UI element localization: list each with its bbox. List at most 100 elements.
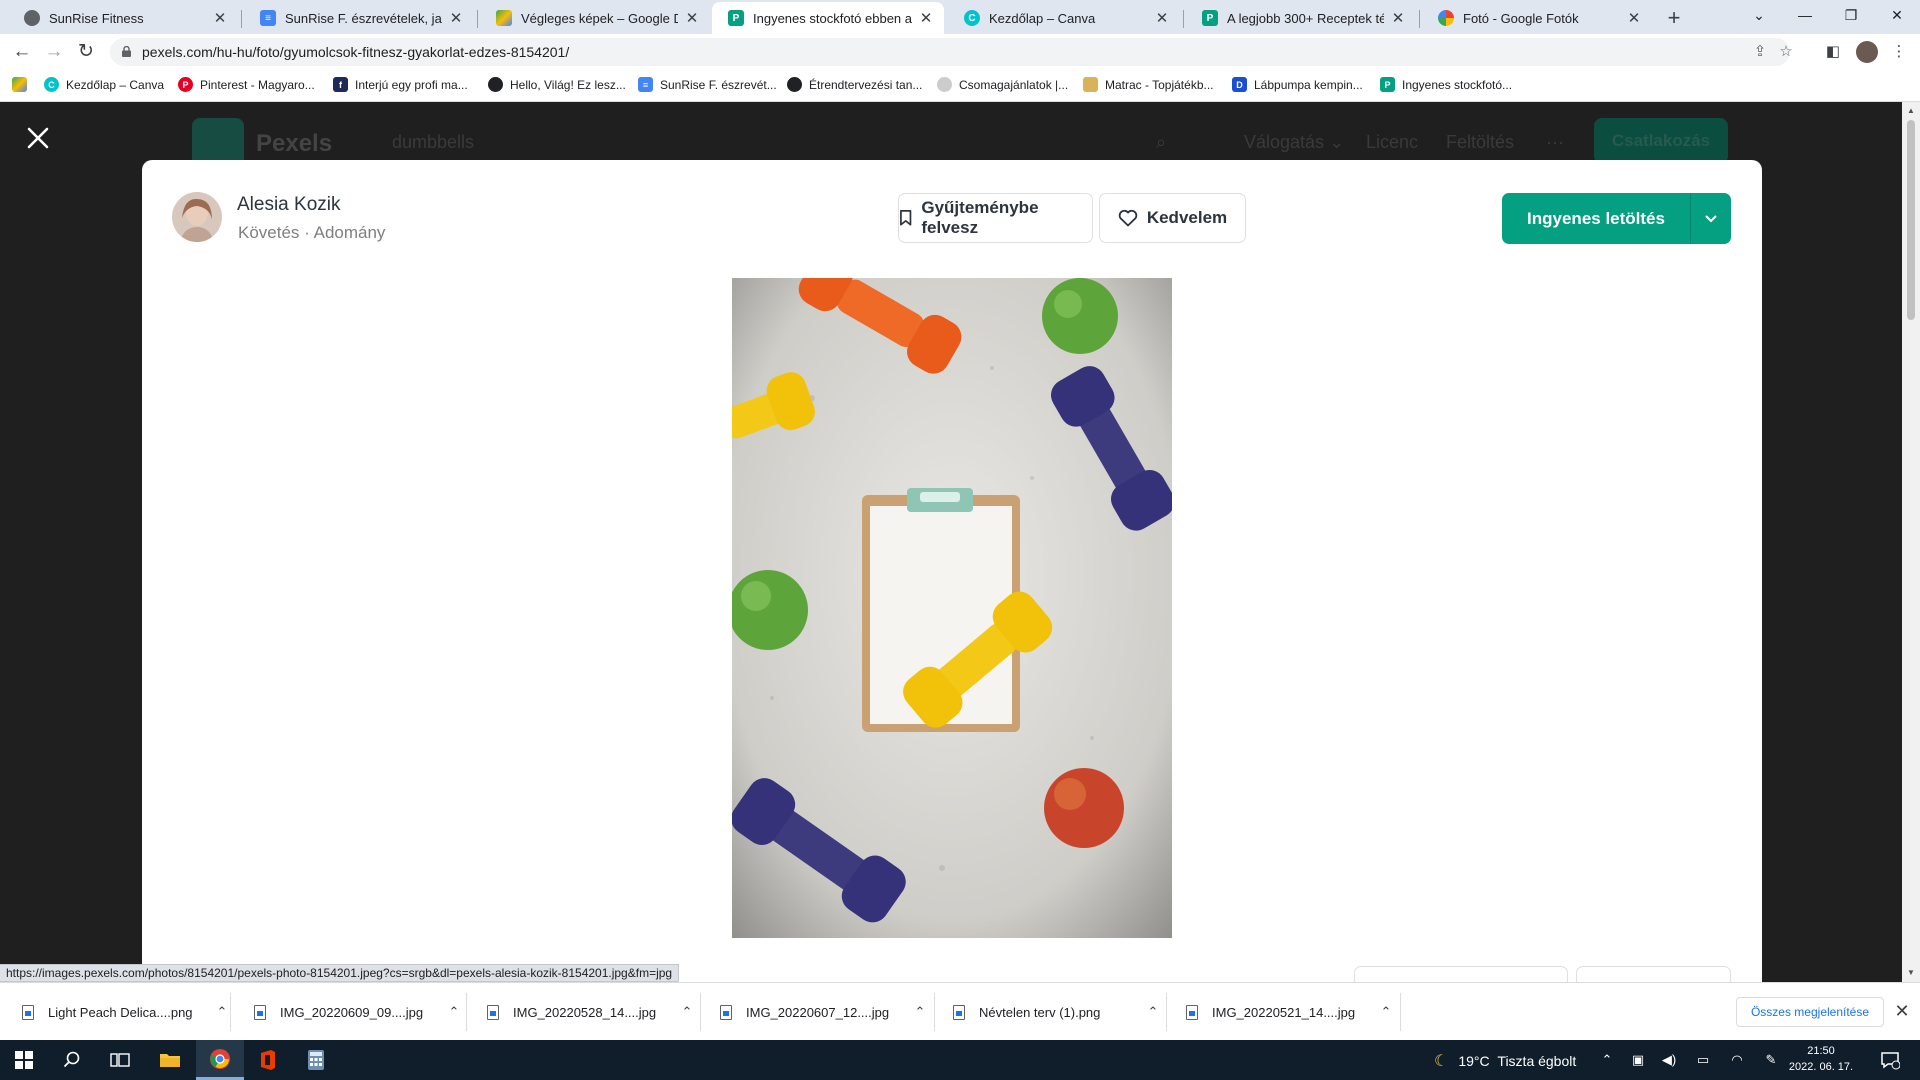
bookmark-hello-world[interactable]: Hello, Világ! Ez lesz... bbox=[488, 77, 626, 92]
new-tab-button[interactable]: + bbox=[1660, 4, 1688, 32]
nav-upload: Feltöltés bbox=[1446, 132, 1515, 152]
pen-icon[interactable]: ✎ bbox=[1762, 1051, 1780, 1069]
download-item[interactable]: Light Peach Delica....png ⌃ bbox=[22, 983, 232, 1041]
fitness-photo[interactable] bbox=[732, 278, 1172, 938]
page-content: Pexels dumbbells ⌕ Válogatás ⌄ Licenc Fe… bbox=[0, 102, 1920, 982]
chevron-up-icon[interactable]: ⌃ bbox=[444, 1004, 464, 1020]
restore-button[interactable]: ❐ bbox=[1828, 0, 1874, 30]
tab-sunrise-fitness[interactable]: SunRise Fitness ✕ bbox=[8, 2, 238, 34]
scroll-thumb[interactable] bbox=[1907, 120, 1915, 320]
like-button[interactable]: Kedvelem bbox=[1099, 193, 1246, 243]
chrome-icon bbox=[210, 1048, 230, 1069]
show-all-downloads-button[interactable]: Összes megjelenítése bbox=[1736, 997, 1884, 1027]
tab-canva[interactable]: C Kezdőlap – Canva ✕ bbox=[948, 2, 1180, 34]
bookmark-mattress[interactable]: Matrac - Topjátékb... bbox=[1083, 77, 1214, 92]
windows-start-icon[interactable] bbox=[0, 1040, 48, 1080]
search-icon[interactable] bbox=[48, 1040, 96, 1080]
donate-link[interactable]: Adomány bbox=[314, 223, 386, 242]
bookmark-canva[interactable]: C Kezdőlap – Canva bbox=[44, 77, 164, 92]
battery-icon[interactable]: ▭ bbox=[1694, 1051, 1712, 1069]
download-separator bbox=[466, 993, 467, 1031]
tab-close-icon[interactable]: ✕ bbox=[684, 9, 700, 27]
close-icon[interactable] bbox=[26, 126, 50, 150]
bookmark-packages[interactable]: Csomagajánlatok |... bbox=[937, 77, 1068, 92]
device-icon[interactable]: ▣ bbox=[1629, 1051, 1647, 1069]
chrome-taskbar-icon[interactable] bbox=[196, 1040, 244, 1080]
tab-search-icon[interactable]: ⌄ bbox=[1736, 0, 1782, 30]
system-clock[interactable]: 21:50 2022. 06. 17. bbox=[1786, 1043, 1856, 1075]
chevron-up-icon[interactable]: ⌃ bbox=[1143, 1004, 1163, 1020]
photo-modal: Alesia Kozik Követés · Adomány Gyűjtemén… bbox=[142, 160, 1762, 982]
volume-icon[interactable]: ◀) bbox=[1660, 1051, 1678, 1069]
follow-link[interactable]: Követés bbox=[238, 223, 299, 242]
image-file-icon bbox=[720, 1004, 732, 1020]
download-item[interactable]: Névtelen terv (1).png ⌃ bbox=[953, 983, 1163, 1041]
chevron-up-icon[interactable]: ⌃ bbox=[677, 1004, 697, 1020]
tab-sunrise-notes[interactable]: ≡ SunRise F. észrevételek, javítandó ✕ bbox=[244, 2, 474, 34]
tab-close-icon[interactable]: ✕ bbox=[448, 9, 464, 27]
office-taskbar-icon[interactable] bbox=[244, 1040, 292, 1080]
wifi-icon[interactable]: ◠ bbox=[1728, 1051, 1746, 1069]
separator-dot: · bbox=[299, 223, 314, 242]
bookmark-interview[interactable]: f Interjú egy profi ma... bbox=[333, 77, 468, 92]
share-icon[interactable]: ⇪ bbox=[1750, 42, 1770, 62]
chevron-up-icon[interactable]: ⌃ bbox=[1376, 1004, 1396, 1020]
download-item[interactable]: IMG_20220528_14....jpg ⌃ bbox=[487, 983, 697, 1041]
shop-icon: D bbox=[1232, 77, 1247, 92]
profile-avatar[interactable] bbox=[1856, 41, 1878, 63]
close-download-bar-icon[interactable]: ✕ bbox=[1892, 1001, 1912, 1021]
chevron-up-icon[interactable]: ⌃ bbox=[910, 1004, 930, 1020]
notification-icon[interactable] bbox=[1880, 1050, 1900, 1070]
tab-close-icon[interactable]: ✕ bbox=[918, 9, 934, 27]
scroll-down-icon[interactable]: ▼ bbox=[1906, 968, 1916, 978]
bookmark-sunrise-notes[interactable]: ≡ SunRise F. észrevét... bbox=[638, 77, 777, 92]
tab-pexels-stock-photo[interactable]: P Ingyenes stockfotó ebben a témá ✕ bbox=[712, 2, 944, 34]
bookmark-diet-planning[interactable]: Étrendtervezési tan... bbox=[787, 77, 922, 92]
chevron-up-icon[interactable]: ⌃ bbox=[212, 1004, 232, 1020]
weather-widget[interactable]: ☾ 19°C Tiszta égbolt bbox=[1434, 1051, 1576, 1071]
magnifier-icon bbox=[63, 1051, 80, 1068]
file-explorer-icon[interactable] bbox=[146, 1040, 194, 1080]
task-view-icon[interactable] bbox=[96, 1040, 144, 1080]
forward-button[interactable]: → bbox=[40, 38, 68, 66]
google-photos-icon bbox=[1438, 10, 1454, 26]
download-item[interactable]: IMG_20220521_14....jpg ⌃ bbox=[1186, 983, 1396, 1041]
menu-icon[interactable]: ⋮ bbox=[1888, 41, 1910, 63]
tab-recipes[interactable]: P A legjobb 300+ Receptek témájú ✕ bbox=[1186, 2, 1416, 34]
share-button[interactable] bbox=[1576, 966, 1731, 982]
tab-close-icon[interactable]: ✕ bbox=[1626, 9, 1642, 27]
close-window-button[interactable]: ✕ bbox=[1874, 0, 1920, 30]
bookmark-pinterest[interactable]: P Pinterest - Magyaro... bbox=[178, 77, 315, 92]
pinterest-icon: P bbox=[178, 77, 193, 92]
bookmark-star-icon[interactable]: ☆ bbox=[1776, 42, 1796, 62]
address-bar[interactable]: pexels.com/hu-hu/foto/gyumolcsok-fitnesz… bbox=[110, 38, 1793, 66]
download-item[interactable]: IMG_20220609_09....jpg ⌃ bbox=[254, 983, 464, 1041]
scroll-up-icon[interactable]: ▲ bbox=[1906, 106, 1916, 116]
add-to-collection-button[interactable]: Gyűjteménybe felvesz bbox=[898, 193, 1093, 243]
photo-info-button[interactable] bbox=[1354, 966, 1568, 982]
author-name[interactable]: Alesia Kozik bbox=[237, 194, 341, 216]
bookmark-free-stock-photo[interactable]: P Ingyenes stockfotó... bbox=[1380, 77, 1512, 92]
back-button[interactable]: ← bbox=[8, 38, 36, 66]
url-text[interactable]: pexels.com/hu-hu/foto/gyumolcsok-fitnesz… bbox=[142, 44, 569, 60]
chevron-down-icon bbox=[1705, 215, 1717, 222]
reload-button[interactable]: ↻ bbox=[72, 38, 100, 66]
minimize-button[interactable]: — bbox=[1782, 0, 1828, 30]
avatar[interactable] bbox=[172, 192, 222, 242]
bookmark-foot-pump[interactable]: D Lábpumpa kempin... bbox=[1232, 77, 1363, 92]
download-item[interactable]: IMG_20220607_12....jpg ⌃ bbox=[720, 983, 930, 1041]
tab-close-icon[interactable]: ✕ bbox=[212, 9, 228, 27]
tab-close-icon[interactable]: ✕ bbox=[1390, 9, 1406, 27]
bookmark-google-drive[interactable] bbox=[12, 77, 34, 92]
tray-overflow-icon[interactable]: ⌃ bbox=[1598, 1051, 1616, 1069]
free-download-button[interactable]: Ingyenes letöltés bbox=[1502, 193, 1690, 244]
tab-google-photos[interactable]: Fotó - Google Fotók ✕ bbox=[1422, 2, 1652, 34]
tab-close-icon[interactable]: ✕ bbox=[1154, 9, 1170, 27]
windows-taskbar: ☾ 19°C Tiszta égbolt ⌃ ▣ ◀) ▭ ◠ ✎ 21:50 … bbox=[0, 1040, 1920, 1080]
tab-google-drive[interactable]: Végleges képek – Google Drive ✕ bbox=[480, 2, 710, 34]
calculator-taskbar-icon[interactable] bbox=[292, 1040, 340, 1080]
page-scrollbar[interactable]: ▲ ▼ bbox=[1902, 102, 1920, 982]
side-panel-icon[interactable]: ◧ bbox=[1822, 41, 1844, 63]
download-options-button[interactable] bbox=[1691, 193, 1731, 244]
folder-icon bbox=[160, 1054, 180, 1067]
